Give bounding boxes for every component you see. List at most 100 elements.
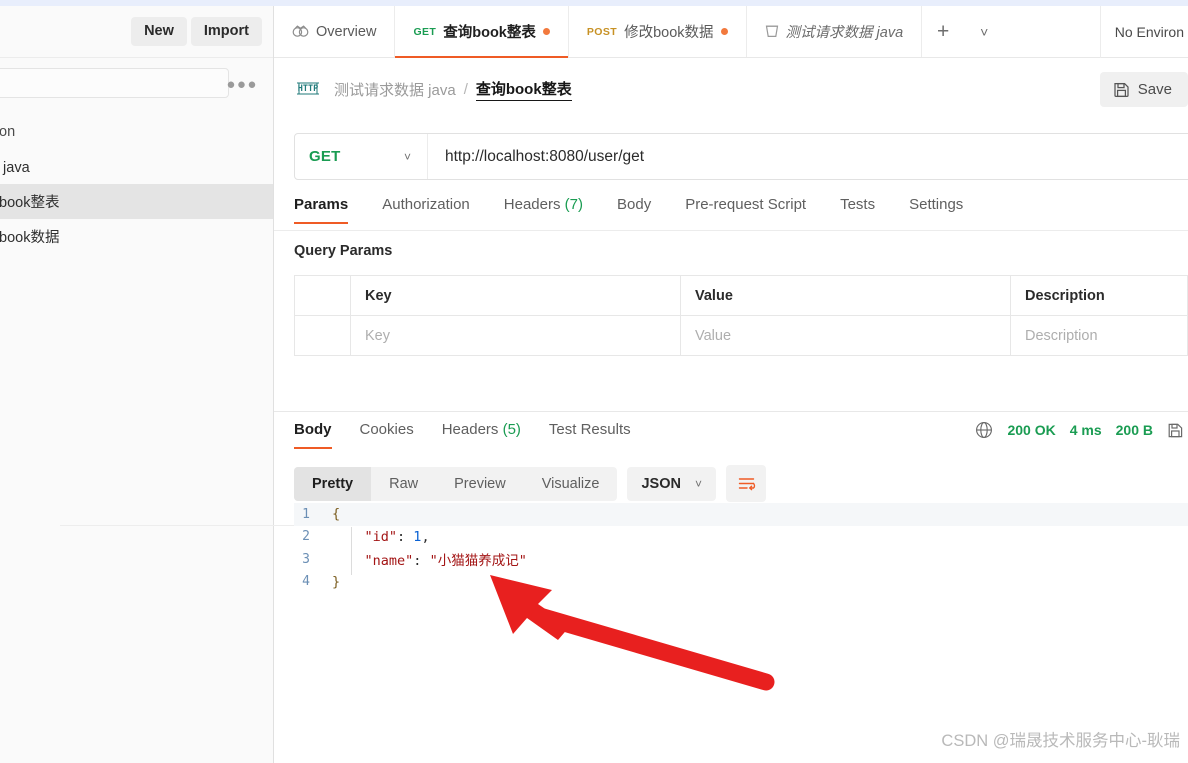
unsaved-changes-dot [542, 28, 550, 35]
sidebar-item-modify-book[interactable]: 修改book数据 [0, 219, 273, 254]
row-value-cell[interactable]: Value [680, 315, 1011, 356]
tab-settings[interactable]: Settings [909, 196, 963, 224]
sidebar-item-collection-java[interactable]: 数据 java [0, 149, 273, 184]
tab-tests-label: Tests [840, 196, 876, 213]
response-format-select[interactable]: JSON ˅ [627, 466, 716, 501]
response-view-toolbar: Pretty Raw Preview Visualize JSON ˅ [294, 465, 766, 502]
status-badge: 200 OK [1007, 422, 1056, 438]
url-input-value: http://localhost:8080/user/get [445, 147, 645, 165]
response-view-mode-group: Pretty Raw Preview Visualize [294, 466, 618, 501]
view-mode-pretty[interactable]: Pretty [294, 466, 372, 501]
breadcrumb-collection[interactable]: 测试请求数据 java [334, 79, 456, 100]
environment-selector[interactable]: No Environ [1099, 6, 1188, 58]
response-tab-headers-count: (5) [502, 421, 521, 438]
unsaved-changes-dot [720, 28, 728, 35]
chevron-down-icon[interactable]: ˅ [964, 6, 1004, 57]
tab-settings-label: Settings [909, 196, 964, 213]
floppy-disk-icon [1113, 81, 1130, 98]
response-time: 4 ms [1069, 422, 1102, 438]
save-response-icon[interactable] [1167, 422, 1184, 439]
response-body-code[interactable]: 1 { 2 "id": 1, 3 "name": "小猫猫养成记" 4 } [294, 503, 1188, 613]
save-button-label: Save [1137, 81, 1172, 98]
response-tab-headers[interactable]: Headers (5) [442, 421, 521, 449]
row-checkbox-cell[interactable] [294, 315, 351, 356]
response-divider [274, 411, 1188, 412]
response-tab-body[interactable]: Body [294, 421, 332, 449]
response-tab-body-label: Body [294, 421, 332, 438]
tab-body[interactable]: Body [617, 196, 651, 224]
response-section-tabs: Body Cookies Headers (5) Test Results [294, 421, 659, 449]
code-line: 1 { [294, 503, 1188, 526]
plus-icon[interactable]: + [922, 6, 964, 57]
tab-title-label: 修改book数据 [624, 25, 714, 41]
postman-window: New Import ●●● llection 数据 java 查询book整表… [0, 0, 1188, 763]
code-token: : [397, 528, 414, 545]
query-params-table: Key Value Description Key Value Descript… [294, 275, 1188, 356]
globe-icon[interactable] [975, 421, 993, 439]
wrap-lines-icon[interactable] [726, 465, 766, 502]
tab-tests[interactable]: Tests [840, 196, 875, 224]
view-mode-preview[interactable]: Preview [436, 467, 524, 501]
code-line: 3 "name": "小猫猫养成记" [294, 548, 1188, 571]
code-line: 2 "id": 1, [294, 526, 1188, 549]
response-size: 200 B [1115, 422, 1153, 438]
url-bar: GET ˅ http://localhost:8080/user/get [294, 133, 1188, 180]
collection-tree: llection 数据 java 查询book整表 修改book数据 [0, 114, 273, 254]
save-button[interactable]: Save [1099, 72, 1188, 107]
view-mode-raw[interactable]: Raw [371, 467, 436, 501]
sidebar-item-collection[interactable]: llection [0, 114, 273, 149]
query-params-title: Query Params [294, 243, 393, 259]
line-number: 1 [302, 506, 310, 522]
new-button[interactable]: New [131, 17, 187, 46]
http-protocol-icon: HTTP [294, 78, 322, 100]
tab-headers[interactable]: Headers (7) [504, 196, 583, 224]
tab-modify-book[interactable]: POST 修改book数据 [569, 6, 747, 57]
response-tab-cookies[interactable]: Cookies [360, 421, 414, 449]
tab-pre-request-script[interactable]: Pre-request Script [685, 196, 806, 224]
import-button[interactable]: Import [190, 17, 262, 46]
tab-params-label: Params [294, 196, 349, 213]
view-mode-visualize[interactable]: Visualize [524, 467, 618, 501]
url-input[interactable]: http://localhost:8080/user/get [428, 134, 1188, 179]
breadcrumb-separator: / [463, 80, 468, 98]
breadcrumb-current[interactable]: 查询book整表 [475, 78, 572, 101]
tab-params[interactable]: Params [294, 196, 349, 224]
response-status-row: 200 OK 4 ms 200 B [975, 421, 1188, 439]
tab-collection-java[interactable]: 测试请求数据 java [747, 6, 923, 57]
chevron-down-icon: ˅ [694, 476, 702, 491]
tab-method-label: POST [586, 25, 618, 38]
tab-headers-count: (7) [564, 196, 583, 213]
tab-query-book[interactable]: GET 查询book整表 [395, 6, 569, 58]
code-line: 4 } [294, 571, 1188, 594]
sidebar-item-label: 查询book整表 [0, 195, 60, 211]
response-format-value: JSON [641, 475, 681, 492]
collection-icon [765, 24, 779, 39]
table-row[interactable]: Key Value Description [294, 315, 1188, 356]
tab-overview[interactable]: Overview [274, 6, 396, 57]
row-key-cell[interactable]: Key [350, 315, 681, 356]
tab-authorization[interactable]: Authorization [382, 196, 470, 224]
line-number: 2 [302, 529, 310, 545]
response-tab-cookies-label: Cookies [359, 421, 414, 438]
row-description-cell[interactable]: Description [1010, 315, 1188, 356]
main-panel: Overview GET 查询book整表 POST 修改book数据 测试请求… [274, 6, 1188, 763]
search-input[interactable] [0, 68, 229, 98]
method-select[interactable]: GET ˅ [295, 134, 428, 179]
line-number: 3 [302, 551, 310, 567]
sidebar-search-row: ●●● [0, 58, 273, 108]
column-header-value: Value [680, 275, 1011, 316]
code-token-key: "id" [364, 528, 398, 545]
more-horizontal-icon[interactable]: ●●● [226, 76, 258, 93]
sidebar-item-query-book[interactable]: 查询book整表 [0, 184, 273, 219]
sidebar: New Import ●●● llection 数据 java 查询book整表… [0, 6, 274, 763]
tab-overview-label: Overview [316, 23, 377, 40]
chevron-down-icon: ˅ [403, 149, 411, 164]
sidebar-item-label: 数据 java [0, 160, 30, 176]
tab-title-label: 查询book整表 [443, 25, 536, 41]
sidebar-item-label: 修改book数据 [0, 230, 60, 246]
response-tab-headers-label: Headers [441, 421, 499, 438]
response-tab-test-results[interactable]: Test Results [549, 421, 631, 449]
code-token: : [413, 553, 430, 570]
response-tab-test-results-label: Test Results [548, 421, 631, 438]
